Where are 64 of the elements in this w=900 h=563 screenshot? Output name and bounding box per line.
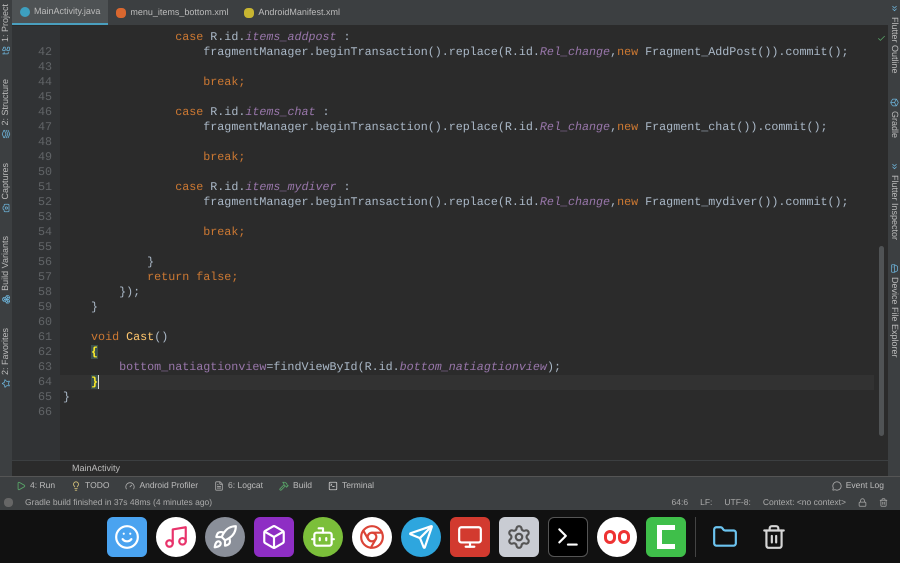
- code-line: break;: [203, 150, 246, 165]
- code-line: bottom_natiagtionview=findViewById(R.id.bottom_natiagtionview);: [119, 360, 561, 375]
- code-line: case R.id.items_chat :: [175, 105, 330, 120]
- tool-window-tab[interactable]: Flutter Outline: [883, 4, 900, 74]
- cursor-position[interactable]: 64:6: [672, 496, 688, 508]
- tool-window-tab[interactable]: Captures: [0, 162, 17, 212]
- tool-window-tab[interactable]: 2: Favorites: [0, 328, 17, 388]
- tool-window-tab[interactable]: Gradle: [883, 98, 900, 138]
- rocket-icon[interactable]: [204, 516, 244, 556]
- editor-tab[interactable]: AndroidManifest.xml: [236, 0, 348, 25]
- code-line: fragmentManager.beginTransaction().replace(R.id.Rel_change,new Fragment_chat()).commit();: [203, 120, 828, 135]
- event-log-button[interactable]: Event Log: [832, 479, 884, 492]
- tool-window-button[interactable]: TODO: [71, 479, 110, 492]
- tool-window-button[interactable]: Android Profiler: [125, 479, 198, 492]
- text-cursor: [98, 375, 100, 389]
- tool-window-button[interactable]: 4: Run: [16, 479, 56, 492]
- context-label[interactable]: Context: <no context>: [762, 496, 846, 508]
- smiley-icon[interactable]: [106, 516, 146, 556]
- tool-window-button[interactable]: Build: [279, 479, 312, 492]
- gauge-icon: [125, 480, 136, 490]
- browser-icon[interactable]: [352, 516, 392, 556]
- editor-tab[interactable]: menu_items_bottom.xml: [108, 0, 236, 25]
- tool-window-tab[interactable]: Build Variants: [0, 236, 17, 304]
- scrollbar[interactable]: [878, 246, 884, 436]
- tool-window-button[interactable]: 6: Logcat: [214, 479, 264, 492]
- robot-icon[interactable]: [302, 516, 342, 556]
- tool-window-tab[interactable]: Device File Explorer: [883, 264, 900, 358]
- breadcrumb[interactable]: MainActivity: [72, 462, 120, 476]
- favorites-icon: [2, 379, 10, 388]
- cube-icon[interactable]: [254, 516, 294, 556]
- code-line: return false;: [147, 270, 238, 285]
- code-line: }: [147, 255, 154, 270]
- code-line: void Cast(): [91, 330, 168, 345]
- code-line: break;: [203, 75, 246, 90]
- code-line: case R.id.items_addpost :: [175, 30, 351, 45]
- check-icon: [876, 34, 886, 43]
- terminal-icon[interactable]: [548, 516, 588, 556]
- monitor-icon[interactable]: [450, 516, 490, 556]
- music-note-icon[interactable]: [156, 516, 196, 556]
- code-line: fragmentManager.beginTransaction().replace(R.id.Rel_change,new Fragment_AddPost()).commit();: [203, 45, 849, 60]
- paper-plane-icon[interactable]: [400, 516, 440, 556]
- code-line: });: [119, 285, 140, 300]
- document-icon: [214, 480, 224, 490]
- speech-bubble-icon: [832, 480, 842, 490]
- gear-icon[interactable]: [498, 516, 538, 556]
- bin-icon: [879, 498, 888, 506]
- code-line: }: [63, 390, 70, 405]
- bracket-icon[interactable]: [646, 516, 686, 556]
- lightbulb-icon: [71, 480, 82, 490]
- file-encoding[interactable]: UTF-8:: [724, 496, 751, 508]
- code-line: }: [91, 300, 98, 315]
- tool-window-button[interactable]: Terminal: [328, 479, 374, 492]
- two-circles-icon[interactable]: [596, 516, 636, 556]
- status-message: Gradle build finished in 37s 48ms (4 minutes ago): [25, 496, 212, 508]
- tool-window-tab[interactable]: Flutter Inspector: [883, 162, 900, 240]
- code-line: break;: [203, 225, 246, 240]
- editor-tab[interactable]: MainActivity.java: [12, 0, 108, 25]
- play-icon: [16, 480, 26, 490]
- tool-window-tab[interactable]: 2: Structure: [0, 79, 17, 139]
- hammer-icon: [279, 480, 290, 490]
- code-line: fragmentManager.beginTransaction().replace(R.id.Rel_change,new Fragment_mydiver()).commit();: [203, 195, 849, 210]
- code-line: case R.id.items_mydiver :: [175, 180, 351, 195]
- line-separator[interactable]: LF:: [700, 496, 712, 508]
- terminal-icon: [328, 480, 338, 490]
